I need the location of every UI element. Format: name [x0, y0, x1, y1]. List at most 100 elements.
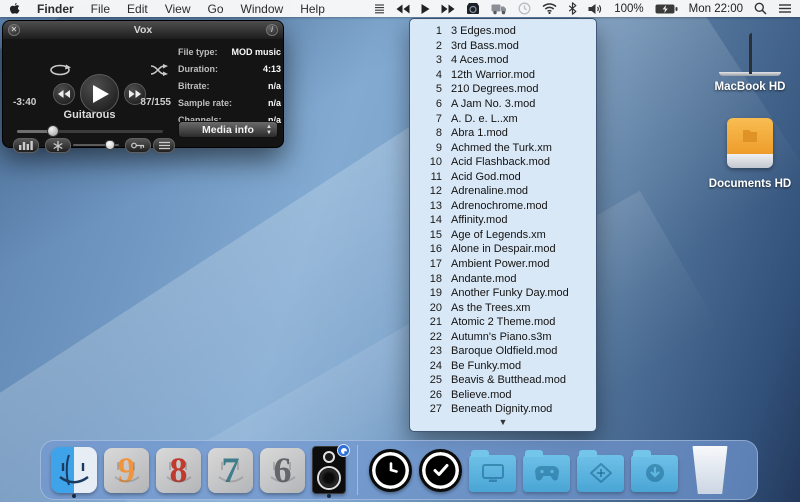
desktop-icon-macbook-hd[interactable]: MacBook HD [702, 36, 798, 93]
clock-app-icon [369, 449, 412, 492]
effects-button[interactable] [45, 138, 71, 153]
mac-os-8-icon: 8 [156, 448, 201, 493]
track-number: 19 [418, 287, 442, 299]
track-filename: 4 Aces.mod [451, 54, 508, 66]
vox-list-menu-icon[interactable] [374, 3, 385, 15]
list-item[interactable]: 13 Adrenochrome.mod [410, 199, 596, 214]
key-button[interactable] [125, 138, 151, 153]
previous-button[interactable] [53, 83, 75, 105]
track-number: 7 [418, 113, 442, 125]
dock-item-applications-folder[interactable] [577, 441, 624, 499]
info-row-filetype: File type: MOD music [178, 47, 281, 57]
bluetooth-icon[interactable] [568, 2, 577, 15]
fast-forward-menu-icon[interactable] [441, 4, 455, 14]
dock-item-mac-os-9[interactable]: 9 [104, 441, 149, 499]
list-item[interactable]: 12Adrenaline.mod [410, 184, 596, 199]
list-item[interactable]: 10Acid Flashback.mod [410, 155, 596, 170]
menu-go[interactable]: Go [208, 2, 224, 16]
volume-icon[interactable] [588, 3, 603, 15]
dock-item-system-6[interactable]: 6 [260, 441, 305, 499]
dock-item-clock-app[interactable] [369, 441, 412, 499]
speaker-tweeter [323, 451, 335, 463]
menu-file[interactable]: File [91, 2, 110, 16]
play-menu-icon[interactable] [421, 4, 430, 14]
notification-center-icon[interactable] [778, 3, 792, 14]
list-item[interactable]: 5 210 Degrees.mod [410, 82, 596, 97]
list-item[interactable]: 20As the Trees.xm [410, 300, 596, 315]
menu-edit[interactable]: Edit [127, 2, 148, 16]
dock-item-finder[interactable] [51, 441, 97, 499]
wifi-icon[interactable] [542, 3, 557, 14]
track-filename: Adrenochrome.mod [451, 200, 548, 212]
dock-item-downloads-folder[interactable] [631, 441, 678, 499]
menu-view[interactable]: View [165, 2, 191, 16]
rewind-menu-icon[interactable] [396, 4, 410, 14]
speaker-woofer [317, 466, 341, 490]
menu-clock[interactable]: Mon 22:00 [689, 3, 743, 15]
dock-item-games-folder[interactable] [523, 441, 570, 499]
list-item[interactable]: 17Ambient Power.mod [410, 257, 596, 272]
progress-slider[interactable] [17, 130, 163, 133]
shuffle-icon[interactable] [150, 64, 168, 76]
track-number: 24 [418, 360, 442, 372]
list-item[interactable]: 34 Aces.mod [410, 53, 596, 68]
list-item[interactable]: 19Another Funky Day.mod [410, 286, 596, 301]
scroll-down-arrow[interactable]: ▼ [410, 417, 596, 429]
list-item[interactable]: 15Age of Legends.xm [410, 228, 596, 243]
dock-item-tasks-app[interactable] [419, 441, 462, 499]
dock-item-vox[interactable] [312, 441, 346, 499]
dock-item-mac-os-8[interactable]: 8 [156, 441, 201, 499]
volume-knob[interactable] [105, 140, 115, 150]
list-item[interactable]: 23Baroque Oldfield.mod [410, 344, 596, 359]
info-label: Duration: [178, 64, 218, 74]
list-item[interactable]: 24Be Funky.mod [410, 359, 596, 374]
media-info-label: Media info [202, 124, 254, 136]
menu-finder[interactable]: Finder [37, 2, 74, 16]
dropdown-arrows-icon: ▲▼ [266, 124, 272, 136]
play-button[interactable] [80, 74, 119, 113]
info-button[interactable]: i [266, 24, 278, 36]
vox-title-bar[interactable]: ✕ Vox i [3, 21, 283, 39]
apple-menu[interactable] [8, 2, 21, 16]
list-item[interactable]: 21Atomic 2 Theme.mod [410, 315, 596, 330]
equalizer-button[interactable] [13, 138, 39, 153]
dock-item-system-7[interactable]: 7 [208, 441, 253, 499]
list-item[interactable]: 25Beavis & Butthead.mod [410, 373, 596, 388]
list-item[interactable]: 8Abra 1.mod [410, 126, 596, 141]
dock-item-movies-folder[interactable] [469, 441, 516, 499]
list-item[interactable]: 16Alone in Despair.mod [410, 242, 596, 257]
list-item[interactable]: 27Beneath Dignity.mod [410, 402, 596, 417]
menu-help[interactable]: Help [300, 2, 325, 16]
info-value: n/a [268, 98, 281, 108]
list-item[interactable]: 13 Edges.mod [410, 24, 596, 39]
track-number: 5 [418, 83, 442, 95]
truck-menu-icon[interactable] [491, 3, 507, 15]
list-item[interactable]: 22Autumn's Piano.s3m [410, 329, 596, 344]
progress-knob[interactable] [47, 125, 59, 137]
list-item[interactable]: 7A. D. e. L..xm [410, 111, 596, 126]
list-item[interactable]: 9Achmed the Turk.xm [410, 140, 596, 155]
desktop-icon-documents-hd[interactable]: Documents HD [702, 118, 798, 190]
media-info-dropdown[interactable]: Media info ▲▼ [178, 121, 278, 138]
track-filename: 210 Degrees.mod [451, 83, 538, 95]
spotlight-search-icon[interactable] [754, 2, 767, 15]
repeat-icon[interactable] [49, 64, 71, 76]
track-filename: Age of Legends.xm [451, 229, 546, 241]
list-item[interactable]: 26Believe.mod [410, 388, 596, 403]
list-item[interactable]: 23rd Bass.mod [410, 39, 596, 54]
battery-icon [655, 3, 678, 15]
list-item[interactable]: 18Andante.mod [410, 271, 596, 286]
list-item[interactable]: 11Acid God.mod [410, 169, 596, 184]
menu-window[interactable]: Window [241, 2, 284, 16]
volume-slider[interactable] [73, 144, 119, 146]
playlist-button[interactable] [153, 138, 175, 153]
list-item[interactable]: 14Affinity.mod [410, 213, 596, 228]
info-row-duration: Duration: 4:13 [178, 64, 281, 74]
track-number: 13 [418, 200, 442, 212]
track-number: 23 [418, 345, 442, 357]
vox-menu-icon[interactable] [466, 2, 480, 15]
list-item[interactable]: 6A Jam No. 3.mod [410, 97, 596, 112]
time-machine-icon[interactable] [518, 2, 531, 15]
dock-item-trash[interactable] [691, 441, 729, 499]
list-item[interactable]: 412th Warrior.mod [410, 68, 596, 83]
